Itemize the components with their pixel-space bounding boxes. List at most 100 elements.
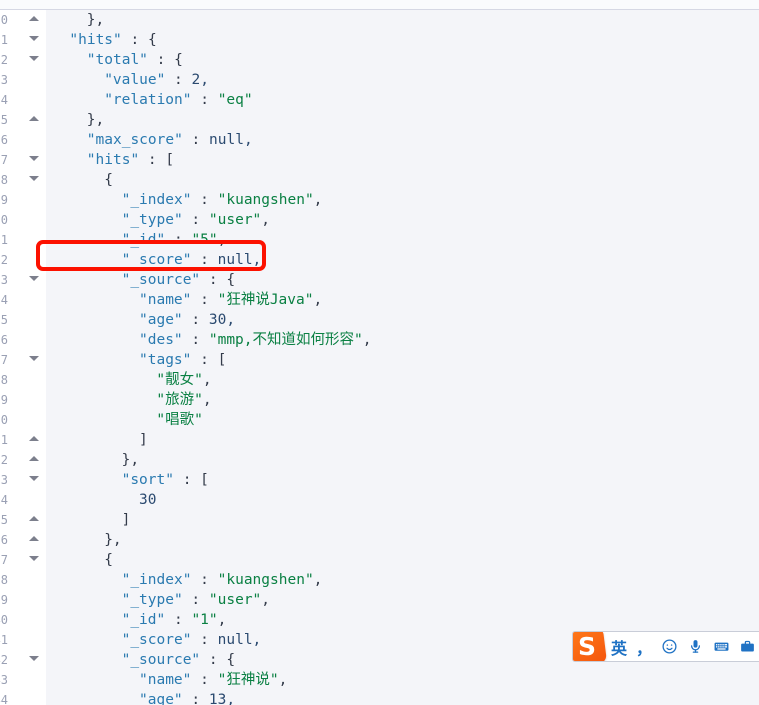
code-line[interactable]: 30 — [46, 490, 759, 510]
code-line[interactable]: "_index" : "kuangshen", — [46, 190, 759, 210]
gutter-line[interactable]: 43 — [0, 670, 46, 690]
gutter-line[interactable]: 37 — [0, 550, 46, 570]
gutter-line[interactable]: 27 — [0, 350, 46, 370]
code-line[interactable]: "_type" : "user", — [46, 210, 759, 230]
gutter-line[interactable]: 19 — [0, 190, 46, 210]
code-line[interactable]: "total" : { — [46, 50, 759, 70]
code-line[interactable]: "value" : 2, — [46, 70, 759, 90]
fold-expand-icon[interactable] — [29, 156, 39, 161]
gutter-line[interactable]: 10 — [0, 10, 46, 30]
code-content[interactable]: }, "hits" : {"total" : {"value" : 2, "rela… — [46, 10, 759, 705]
fold-expand-icon[interactable] — [29, 656, 39, 661]
code-line[interactable]: "hits" : { — [46, 30, 759, 50]
emoji-icon[interactable] — [661, 632, 678, 661]
fold-expand-icon[interactable] — [29, 476, 39, 481]
gutter-line[interactable]: 30 — [0, 410, 46, 430]
punctuation-mode-button-label: ， — [636, 638, 653, 658]
code-line[interactable]: "_id" : "5", — [46, 230, 759, 250]
code-line[interactable]: "des" : "mmp,不知道如何形容", — [46, 330, 759, 350]
gutter-line[interactable]: 36 — [0, 530, 46, 550]
gutter-line[interactable]: 13 — [0, 70, 46, 90]
gutter-line[interactable]: 31 — [0, 430, 46, 450]
code-line[interactable]: "_type" : "user", — [46, 590, 759, 610]
fold-expand-icon[interactable] — [29, 356, 39, 361]
fold-collapse-icon[interactable] — [29, 16, 39, 21]
gutter-line[interactable]: 34 — [0, 490, 46, 510]
code-line[interactable]: "relation" : "eq" — [46, 90, 759, 110]
code-line[interactable]: ] — [46, 430, 759, 450]
voice-input-icon[interactable] — [687, 632, 704, 661]
fold-expand-icon[interactable] — [29, 36, 39, 41]
code-line[interactable]: "_index" : "kuangshen", — [46, 570, 759, 590]
code-line[interactable]: }, — [46, 530, 759, 550]
code-line[interactable]: "max_score" : null, — [46, 130, 759, 150]
gutter-line[interactable]: 16 — [0, 130, 46, 150]
code-line[interactable]: "_id" : "1", — [46, 610, 759, 630]
gutter-line[interactable]: 14 — [0, 90, 46, 110]
gutter-line[interactable]: 11 — [0, 30, 46, 50]
gutter-line[interactable]: 33 — [0, 470, 46, 490]
gutter-line[interactable]: 40 — [0, 610, 46, 630]
fold-expand-icon[interactable] — [29, 176, 39, 181]
code-token: "_index" — [121, 192, 192, 208]
fold-collapse-icon[interactable] — [29, 116, 39, 121]
code-token: , — [217, 232, 227, 248]
line-number-gutter[interactable]: 10 11 12 13 14 15 16 17 18 19 20 21 22 23 24 25 26 27 28 29… — [0, 10, 46, 705]
gutter-line[interactable]: 29 — [0, 390, 46, 410]
gutter-line[interactable]: 22 — [0, 250, 46, 270]
gutter-line[interactable]: 21 — [0, 230, 46, 250]
gutter-line[interactable]: 32 — [0, 450, 46, 470]
soft-keyboard-icon[interactable] — [713, 632, 730, 661]
code-line[interactable]: "旅游", — [46, 390, 759, 410]
fold-expand-icon[interactable] — [29, 56, 39, 61]
fold-collapse-icon[interactable] — [29, 516, 39, 521]
code-line[interactable]: "name" : "狂神说Java", — [46, 290, 759, 310]
line-number: 37 — [0, 553, 8, 567]
gutter-line[interactable]: 28 — [0, 370, 46, 390]
punctuation-mode-button[interactable]: ， — [636, 632, 652, 661]
gutter-line[interactable]: 44 — [0, 690, 46, 705]
fold-collapse-icon[interactable] — [29, 536, 39, 541]
code-line[interactable]: "hits" : [ — [46, 150, 759, 170]
gutter-line[interactable]: 24 — [0, 290, 46, 310]
code-line[interactable]: "age" : 13, — [46, 690, 759, 705]
gutter-line[interactable]: 17 — [0, 150, 46, 170]
gutter-line[interactable]: 42 — [0, 650, 46, 670]
fold-expand-icon[interactable] — [29, 556, 39, 561]
code-line[interactable]: }, — [46, 450, 759, 470]
gutter-line[interactable]: 41 — [0, 630, 46, 650]
gutter-line[interactable]: 26 — [0, 330, 46, 350]
fold-collapse-icon[interactable] — [29, 456, 39, 461]
code-editor[interactable]: 10 11 12 13 14 15 16 17 18 19 20 21 22 23 24 25 26 27 28 29… — [0, 10, 759, 705]
code-line[interactable]: "name" : "狂神说", — [46, 670, 759, 690]
gutter-line[interactable]: 38 — [0, 570, 46, 590]
code-line[interactable]: { — [46, 170, 759, 190]
code-line[interactable]: "tags" : [ — [46, 350, 759, 370]
code-line[interactable]: "靓女", — [46, 370, 759, 390]
gutter-line[interactable]: 20 — [0, 210, 46, 230]
code-line[interactable]: { — [46, 550, 759, 570]
sogou-ime-toolbar[interactable]: S 英 ， — [572, 631, 759, 662]
language-mode-button[interactable]: 英 — [611, 632, 627, 661]
code-line[interactable]: "age" : 30, — [46, 310, 759, 330]
code-line[interactable]: }, — [46, 110, 759, 130]
gutter-line[interactable]: 12 — [0, 50, 46, 70]
code-line[interactable]: "_source" : { — [46, 270, 759, 290]
gutter-line[interactable]: 39 — [0, 590, 46, 610]
code-line[interactable]: }, — [46, 10, 759, 30]
fold-expand-icon[interactable] — [29, 276, 39, 281]
gutter-line[interactable]: 18 — [0, 170, 46, 190]
toolbox-icon[interactable] — [739, 632, 756, 661]
gutter-line[interactable]: 15 — [0, 110, 46, 130]
code-line[interactable]: "_score" : null, — [46, 250, 759, 270]
fold-collapse-icon[interactable] — [29, 436, 39, 441]
code-line[interactable]: ] — [46, 510, 759, 530]
gutter-line[interactable]: 25 — [0, 310, 46, 330]
gutter-line[interactable]: 35 — [0, 510, 46, 530]
sogou-logo-icon[interactable]: S — [573, 632, 608, 661]
code-line[interactable]: "sort" : [ — [46, 470, 759, 490]
code-line[interactable]: "唱歌" — [46, 410, 759, 430]
gutter-line[interactable]: 23 — [0, 270, 46, 290]
